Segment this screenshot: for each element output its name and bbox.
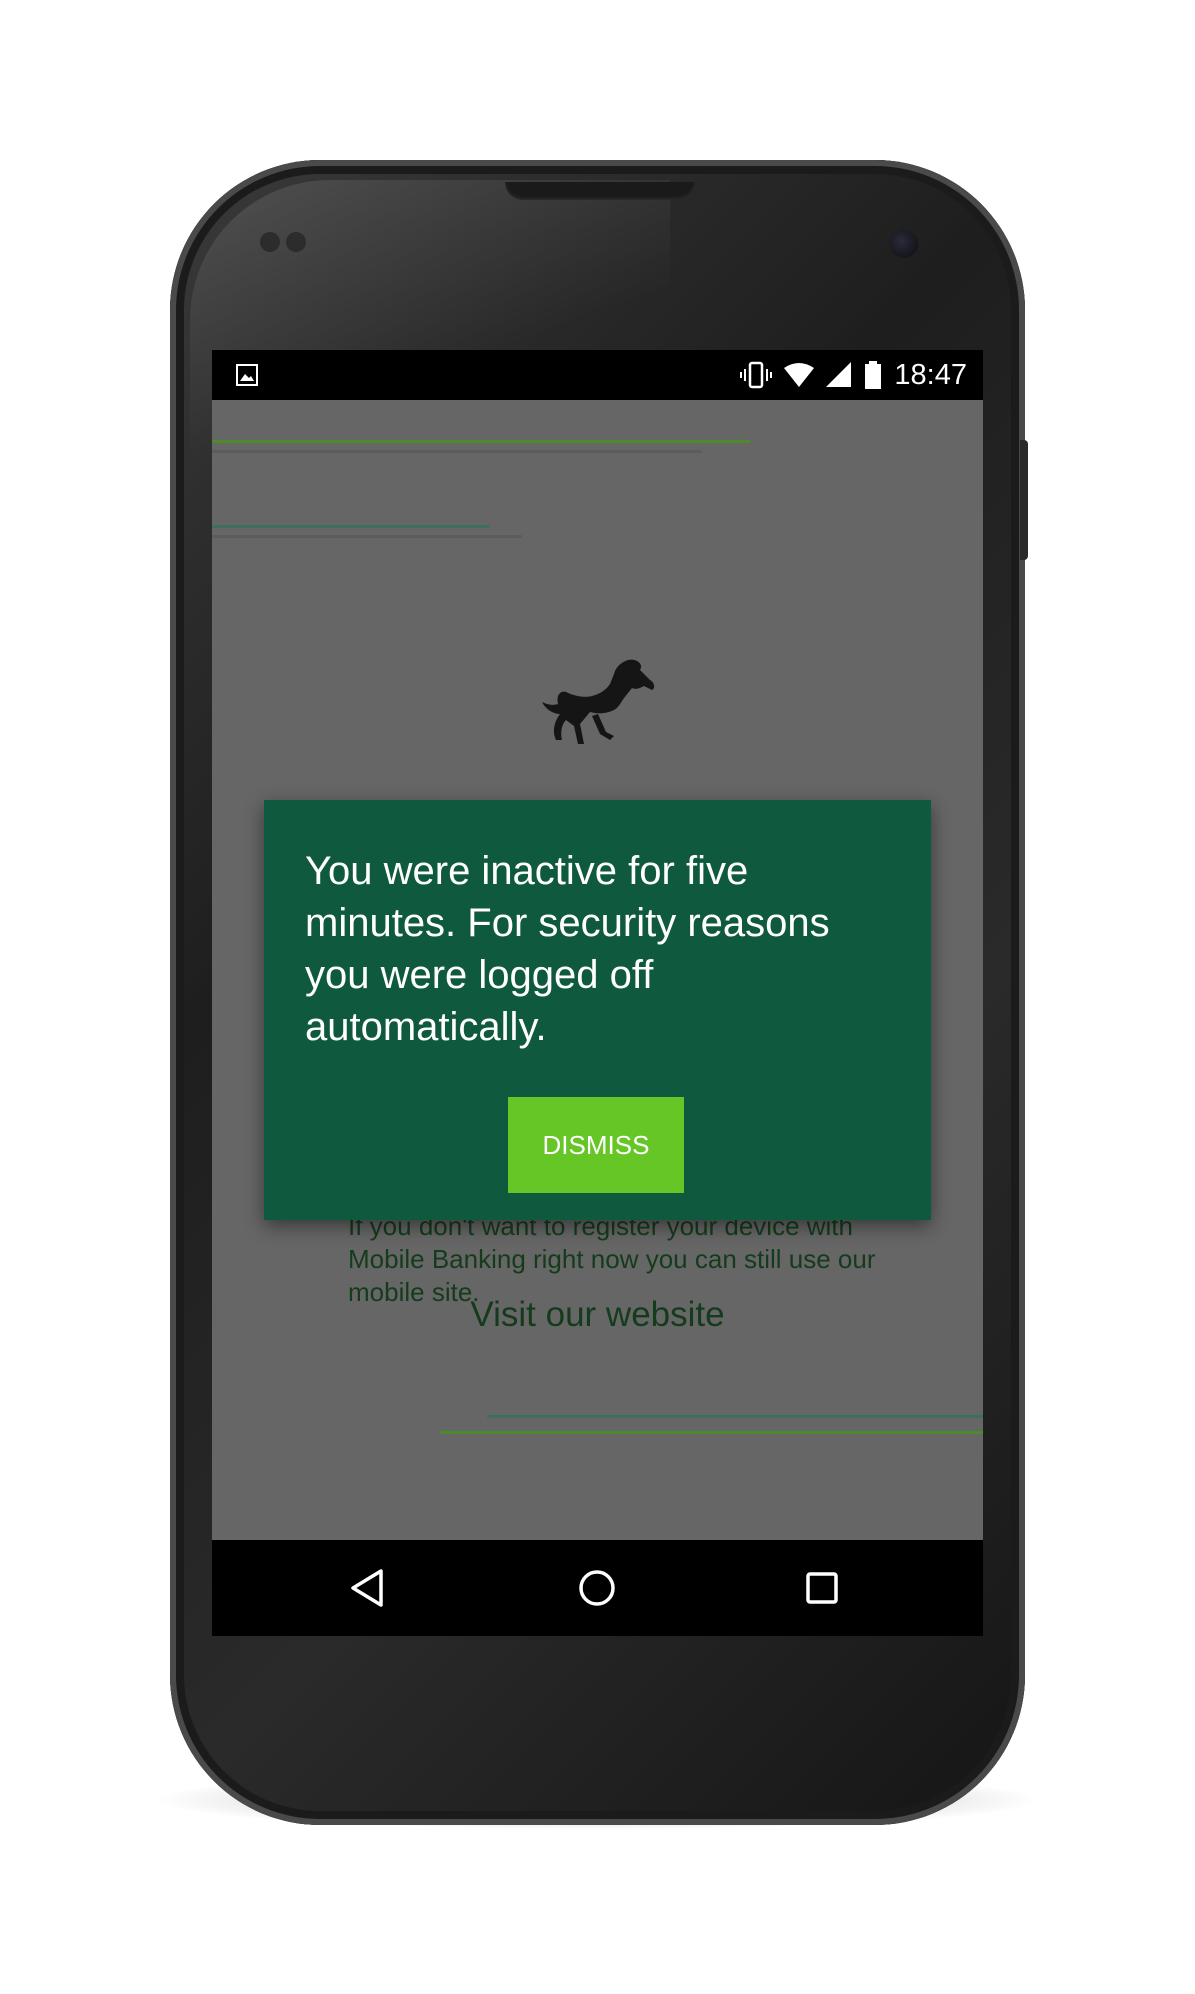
decorative-line xyxy=(212,440,750,443)
front-camera xyxy=(890,230,918,258)
battery-icon xyxy=(865,361,882,389)
decorative-line xyxy=(487,1415,983,1418)
visit-website-link[interactable]: Visit our website xyxy=(212,1295,983,1335)
decorative-line xyxy=(212,450,702,453)
recents-icon xyxy=(806,1572,838,1604)
wifi-icon xyxy=(784,363,815,387)
navigation-bar xyxy=(212,1540,983,1636)
dialog-message: You were inactive for five minutes. For … xyxy=(305,849,830,1049)
status-bar: 18:47 xyxy=(212,350,983,400)
dismiss-button[interactable]: DISMISS xyxy=(508,1097,684,1193)
front-sensors xyxy=(260,232,320,254)
back-button[interactable] xyxy=(337,1558,397,1618)
back-icon xyxy=(351,1569,383,1607)
home-icon xyxy=(579,1570,615,1606)
vibrate-icon xyxy=(740,361,773,389)
signal-icon xyxy=(826,362,852,387)
screen: 18:47 If you don't want to register your… xyxy=(212,350,983,1636)
recents-button[interactable] xyxy=(792,1558,852,1618)
home-button[interactable] xyxy=(567,1558,627,1618)
status-icons: 18:47 xyxy=(740,350,967,400)
inactivity-dialog: You were inactive for five minutes. For … xyxy=(264,800,931,1220)
decorative-line xyxy=(212,535,522,538)
black-horse-logo xyxy=(542,659,655,744)
decorative-line xyxy=(440,1431,983,1434)
earpiece-speaker xyxy=(505,182,695,200)
image-icon xyxy=(236,364,258,386)
decorative-line xyxy=(212,525,490,528)
power-button xyxy=(1020,440,1028,560)
status-time: 18:47 xyxy=(894,358,967,391)
app-background: If you don't want to register your devic… xyxy=(212,400,983,1636)
